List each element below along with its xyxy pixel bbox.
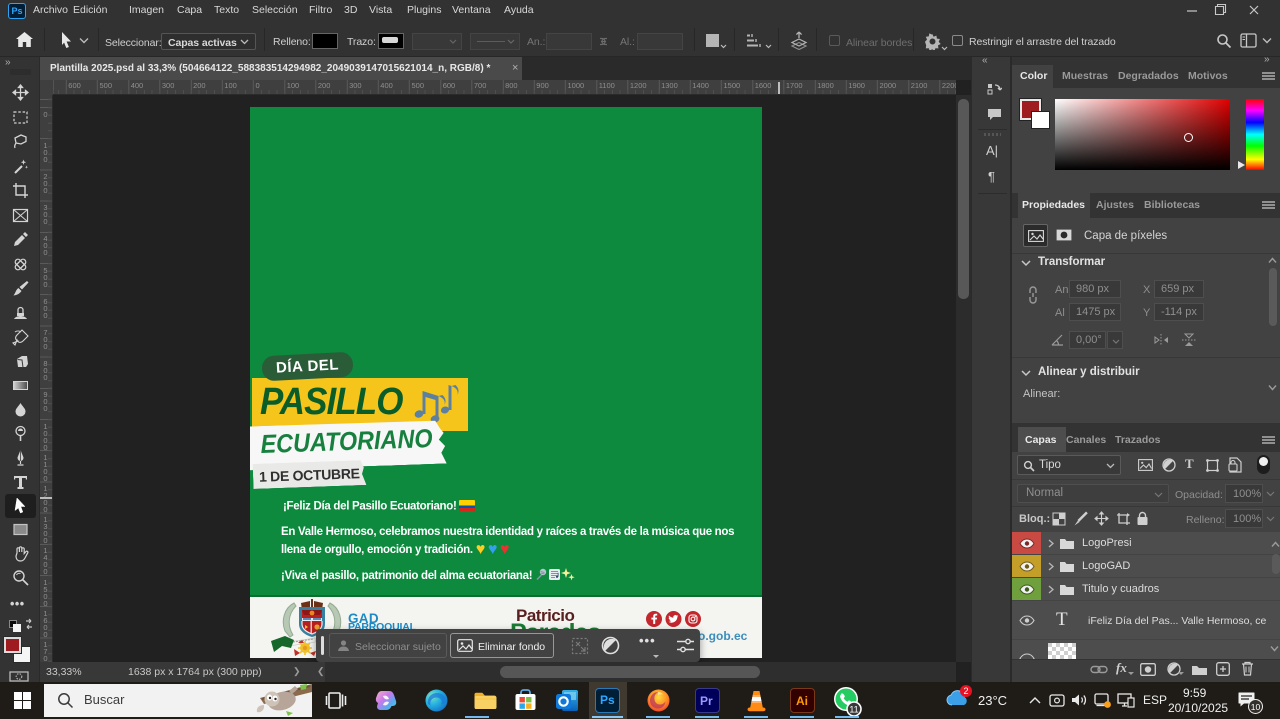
svg-text:11: 11 xyxy=(849,705,858,715)
